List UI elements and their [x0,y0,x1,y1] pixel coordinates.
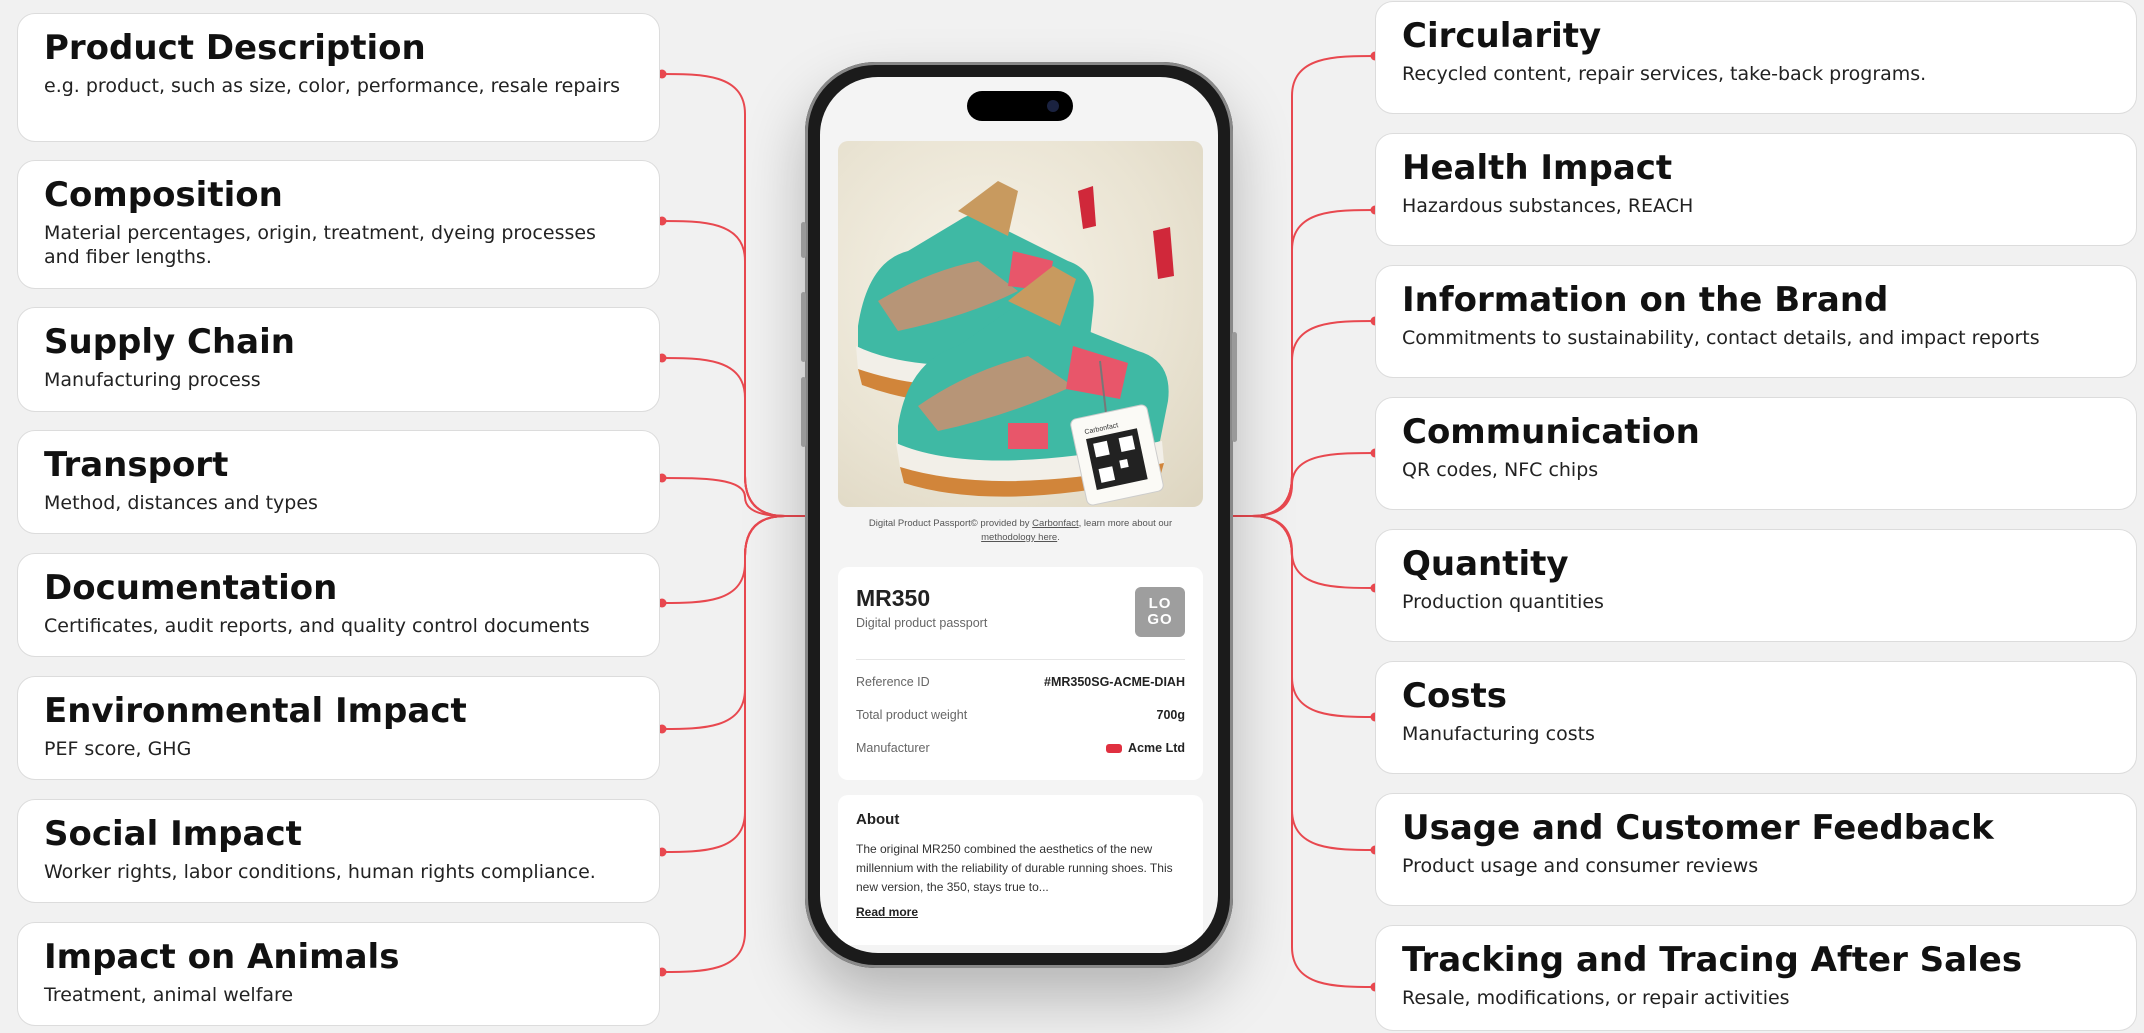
info-row-manufacturer: Manufacturer Acme Ltd [856,741,1185,755]
card-description: Method, distances and types [44,492,318,514]
card-usage-and-customer-feedback: Usage and Customer Feedback Product usag… [1375,793,2137,906]
row-value: 700g [1156,708,1186,722]
card-title: Environmental Impact [44,691,467,731]
phone-volume-up-button [801,292,806,362]
card-description: Hazardous substances, REACH [1402,195,1694,217]
card-description: e.g. product, such as size, color, perfo… [44,75,621,97]
card-title: Costs [1402,676,1508,716]
camera-icon [1047,100,1059,112]
card-supply-chain: Supply Chain Manufacturing process [17,307,660,412]
phone-power-button [1232,332,1237,442]
card-title: Supply Chain [44,322,295,362]
card-communication: Communication QR codes, NFC chips [1375,397,2137,510]
card-description: Certificates, audit reports, and quality… [44,615,590,637]
card-description: Manufacturing costs [1402,723,1595,745]
card-description: Production quantities [1402,591,1604,613]
card-circularity: Circularity Recycled content, repair ser… [1375,1,2137,114]
card-description: Worker rights, labor conditions, human r… [44,861,596,883]
card-health-impact: Health Impact Hazardous substances, REAC… [1375,133,2137,246]
passport-caption: Digital Product Passport© provided by Ca… [838,517,1203,545]
card-description: Material percentages, origin, treatment,… [44,222,596,268]
connector-right-7 [1210,515,1376,988]
row-label: Total product weight [856,708,968,722]
card-product-description: Product Description e.g. product, such a… [17,13,660,142]
card-quantity: Quantity Production quantities [1375,529,2137,642]
card-description: Product usage and consumer reviews [1402,855,1759,877]
connector-left-7 [661,515,827,973]
flag-icon [1106,743,1123,753]
brand-logo: LO GO [1135,587,1185,637]
card-information-on-the-brand: Information on the Brand Commitments to … [1375,265,2137,378]
card-description: PEF score, GHG [44,738,192,760]
card-title: Quantity [1402,544,1569,584]
phone-action-button [801,222,806,258]
card-title: Documentation [44,568,338,608]
card-title: Social Impact [44,814,302,854]
card-title: Tracking and Tracing After Sales [1402,940,2023,980]
card-title: Information on the Brand [1402,280,1889,320]
caption-end: . [1057,532,1060,543]
card-description: QR codes, NFC chips [1402,459,1599,481]
phone-screen: Carbonfact Digital Product Passport© pro… [820,77,1218,953]
card-title: Communication [1402,412,1700,452]
sneakers-illustration: Carbonfact [856,181,1174,506]
card-description: Commitments to sustainability, contact d… [1402,327,2040,349]
card-tracking-and-tracing-after-sales: Tracking and Tracing After Sales Resale,… [1375,925,2137,1031]
card-title: Usage and Customer Feedback [1402,808,1994,848]
card-title: Transport [44,445,229,485]
card-title: Composition [44,175,283,215]
methodology-link[interactable]: methodology here [981,532,1057,543]
about-text: The original MR250 combined the aestheti… [856,842,1173,894]
card-transport: Transport Method, distances and types [17,430,660,534]
card-description: Resale, modifications, or repair activit… [1402,987,1790,1009]
card-impact-on-animals: Impact on Animals Treatment, animal welf… [17,922,660,1026]
product-info-card: MR350 Digital product passport LO GO Ref… [838,567,1203,780]
card-costs: Costs Manufacturing costs [1375,661,2137,774]
card-description: Manufacturing process [44,369,261,391]
phone-volume-down-button [801,377,806,447]
phone-mockup: Carbonfact Digital Product Passport© pro… [801,62,1237,968]
info-row-reference-id: Reference ID #MR350SG-ACME-DIAH [856,675,1185,689]
card-description: Treatment, animal welfare [44,984,294,1006]
card-composition: Composition Material percentages, origin… [17,160,660,289]
divider [856,659,1185,660]
card-title: Product Description [44,28,426,68]
info-row-weight: Total product weight 700g [856,708,1185,722]
row-label: Manufacturer [856,741,930,755]
dynamic-island [967,91,1073,121]
read-more-link[interactable]: Read more [856,905,918,919]
caption-mid: , learn more about our [1078,518,1173,529]
row-value-wrap: Acme Ltd [1106,741,1185,755]
card-title: Health Impact [1402,148,1673,188]
card-title: Circularity [1402,16,1602,56]
card-environmental-impact: Environmental Impact PEF score, GHG [17,676,660,780]
sneaker-product-image: Carbonfact [838,141,1203,507]
row-label: Reference ID [856,675,930,689]
card-documentation: Documentation Certificates, audit report… [17,553,660,657]
about-card: About The original MR250 combined the ae… [838,795,1203,945]
about-title: About [856,811,900,828]
caption-prefix: Digital Product Passport© provided by [868,518,1033,529]
card-description: Recycled content, repair services, take-… [1402,63,1927,85]
carbonfact-link[interactable]: Carbonfact [1032,518,1078,529]
card-social-impact: Social Impact Worker rights, labor condi… [17,799,660,903]
row-value: #MR350SG-ACME-DIAH [1044,675,1185,689]
row-value: Acme Ltd [1128,741,1185,755]
card-title: Impact on Animals [44,937,400,977]
